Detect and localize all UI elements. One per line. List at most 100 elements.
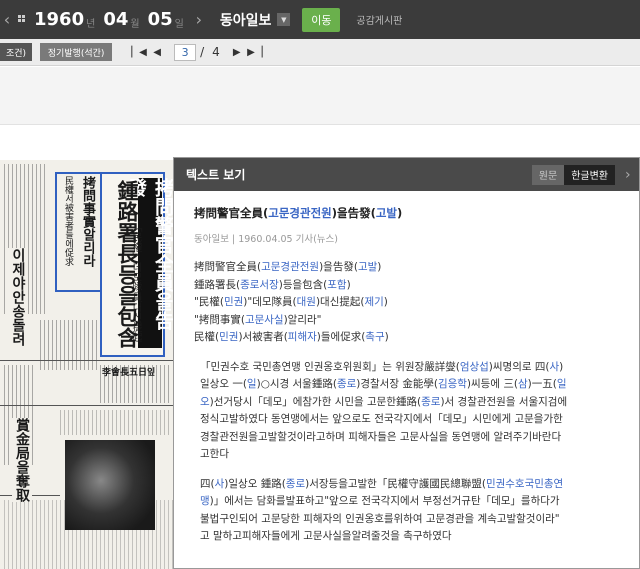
article-line: 정식고발하였다 동연맹에서는 앞으로도 전국각지에서「데모」시민에게 고문을가한 xyxy=(194,411,627,429)
month-unit: 월 xyxy=(130,19,140,30)
article-line: 불법구인되어 고문당한 피해자의 인권옹호를위하여 고문경관을 계속고발할것이라… xyxy=(194,511,627,529)
year-unit: 년 xyxy=(86,19,96,30)
next-page-icon[interactable]: ▶ xyxy=(228,47,246,58)
newspaper-name: 동아일보 xyxy=(219,12,272,29)
hangul-reading: 종로 xyxy=(421,395,441,408)
hangul-reading: 포함 xyxy=(327,278,347,291)
article-line: "拷問事實(고문사실)알리라" xyxy=(194,312,627,330)
article-paragraph-2: 四(사)일상오 鍾路(종로)서장등을고발한「民權守護國民總聯盟(민권수호국민총연… xyxy=(194,476,627,546)
day-unit: 일 xyxy=(174,19,184,30)
tab-condition[interactable]: 조건) xyxy=(0,43,33,61)
day-value[interactable]: 05 xyxy=(148,9,173,30)
hangul-reading: 민권 xyxy=(223,296,244,308)
article-text: )서장등을고발한「民權守護國民總聯盟( xyxy=(305,477,486,490)
article-paragraph-1: 「민권수호 국민총연맹 인권옹호위원회」는 위원장嚴詳燮(엄상섭)씨명의로 四(… xyxy=(194,359,627,464)
hangul-reading: 민권 xyxy=(219,331,239,343)
newspaper-dropdown-chevron-down-icon[interactable]: ▼ xyxy=(277,13,291,26)
article-text: 고 말하고피해자들에게 고문사실을알려줄것을 촉구하였다 xyxy=(200,530,452,542)
current-page-input[interactable]: 3 xyxy=(174,43,197,61)
hangul-reading: 고문경관전원 xyxy=(261,261,320,273)
mode-original-button[interactable]: 원문 xyxy=(531,164,565,185)
next-date-arrow-icon[interactable]: › xyxy=(192,10,206,29)
article-text: ) xyxy=(377,261,382,273)
title-text: ) xyxy=(397,206,403,220)
go-button[interactable]: 이동 xyxy=(302,7,341,32)
article-text: )서被害者( xyxy=(238,331,288,343)
headline-col-e: 李會長五日잎 xyxy=(102,368,156,378)
article-text: "拷問事實( xyxy=(194,313,245,326)
hangul-reading: 피해자 xyxy=(287,331,317,343)
top-nav-bar: ‹ 1960 년 04 월 05 일 › 동아일보 ▼ 이동 공감게시판 xyxy=(0,0,640,39)
article-line: 拷問警官全員(고문경관전원)을告發(고발) xyxy=(194,259,627,277)
hangul-reading: 맹 xyxy=(200,495,210,507)
page-navigator: ▏◀ ◀ 3 / 4 ▶ ▶▕ xyxy=(130,43,264,61)
mode-korean-button[interactable]: 한글변환 xyxy=(564,164,615,185)
page-separator: / xyxy=(200,45,205,59)
hangul-reading: 촉구 xyxy=(365,331,385,343)
tab-regular-edition[interactable]: 정기발행(석간) xyxy=(40,43,113,61)
calendar-grid-icon[interactable] xyxy=(18,14,28,25)
article-line: 오)선거당시「데모」에참가한 시민을 고문한鍾路(종로)서 경찰관전원을 서울지… xyxy=(194,394,627,412)
hangul-reading: 민권수호국민총연 xyxy=(485,477,564,490)
article-line: 鍾路署長(종로서장)등을包含(포함) xyxy=(194,277,627,295)
month-value[interactable]: 04 xyxy=(103,9,128,30)
text-viewer-panel: 텍스트 보기 원문 한글변환 › 拷問警官全員(고문경관전원)을告發(고발) 동… xyxy=(173,157,640,569)
article-text: )씨명의로 四( xyxy=(488,360,550,373)
hangul-reading: 고문경관전원 xyxy=(268,206,332,220)
hangul-reading: 김응학 xyxy=(437,378,467,390)
hangul-reading: 일 xyxy=(556,378,567,390)
close-chevron-icon[interactable]: › xyxy=(625,167,637,183)
article-title: 拷問警官全員(고문경관전원)을告發(고발) xyxy=(194,205,627,223)
article-text: )"데모隊員( xyxy=(243,296,297,308)
article-text: 鍾路署長( xyxy=(194,278,241,291)
text-viewer-body: 拷問警官全員(고문경관전원)을告發(고발) 동아일보 | 1960.04.05 … xyxy=(174,191,639,546)
year-value[interactable]: 1960 xyxy=(34,9,84,30)
hangul-reading: 대원 xyxy=(296,296,316,308)
article-text: )일상오 鍾路( xyxy=(224,477,286,490)
headline-col-b: 民權서被害者들에促求 xyxy=(63,176,73,266)
article-text: ) xyxy=(384,331,389,343)
article-text: 四( xyxy=(200,477,215,490)
headline-col-d: 賞金局을奪取 xyxy=(12,418,32,502)
article-text: ) xyxy=(346,278,351,291)
article-text: 고한다 xyxy=(200,448,229,460)
mode-switch: 원문 한글변환 xyxy=(531,164,615,185)
article-line: 民權(민권)서被害者(피해자)들에促求(촉구) xyxy=(194,329,627,347)
article-text: )一五( xyxy=(527,378,557,390)
article-text: )○시경 서울鍾路( xyxy=(256,378,337,390)
article-meta: 동아일보 | 1960.04.05 기사(뉴스) xyxy=(194,233,338,245)
article-text: ) xyxy=(383,296,388,308)
article-text: 일상오 一( xyxy=(200,378,247,390)
last-page-icon[interactable]: ▶▕ xyxy=(246,47,264,58)
text-viewer-header: 텍스트 보기 원문 한글변환 › xyxy=(174,158,639,191)
prev-date-arrow-icon[interactable]: ‹ xyxy=(0,10,14,29)
article-line: 「민권수호 국민총연맹 인권옹호위원회」는 위원장嚴詳燮(엄상섭)씨명의로 四(… xyxy=(194,359,627,377)
article-text: )」에서는 담화를발표하고"앞으로 전국각지에서 부정선거규탄「데모」를하다가 xyxy=(209,495,560,507)
article-text: )들에促求( xyxy=(316,331,366,343)
hangul-reading: 종로 xyxy=(285,477,306,490)
article-text: )경찰서장 金能學( xyxy=(356,378,438,390)
hangul-reading: 종로 xyxy=(336,378,357,390)
article-text: )선거당시「데모」에참가한 시민을 고문한鍾路( xyxy=(209,395,422,408)
article-line: 일상오 一(일)○시경 서울鍾路(종로)경찰서장 金能學(김응학)씨등에 三(삼… xyxy=(194,376,627,394)
article-text: 拷問警官全員( xyxy=(194,261,262,273)
prev-page-icon[interactable]: ◀ xyxy=(148,47,166,58)
article-text: ) xyxy=(559,360,564,373)
article-text: "民權( xyxy=(194,296,224,308)
article-line: 四(사)일상오 鍾路(종로)서장등을고발한「民權守護國民總聯盟(민권수호국민총연 xyxy=(194,476,627,494)
article-text: )을告發( xyxy=(319,261,358,273)
hangul-reading: 오 xyxy=(200,395,210,408)
hangul-reading: 엄상섭 xyxy=(459,360,489,373)
sympathy-board-link[interactable]: 공감게시판 xyxy=(356,12,402,27)
article-text: 民權( xyxy=(194,331,220,343)
first-page-icon[interactable]: ▏◀ xyxy=(130,47,148,58)
article-text: )씨등에 三( xyxy=(466,378,518,390)
hangul-reading: 고문사실 xyxy=(244,313,284,326)
newspaper-scan-image[interactable]: 拷問警官全員을告發 鍾路署長등을包含 「民權」데모隊員대신提起 拷問事實알리라 … xyxy=(0,160,175,569)
article-line: 경찰관전원을고발할것이라고하며 피해자들은 고문사실을 동연맹에 알려주기바란다 xyxy=(194,429,627,447)
article-text: )알리라" xyxy=(283,313,322,326)
viewer-spacer-band xyxy=(0,67,640,125)
article-text: 정식고발하였다 동연맹에서는 앞으로도 전국각지에서「데모」시민에게 고문을가한 xyxy=(200,413,563,425)
hangul-reading: 고발 xyxy=(375,206,398,220)
hangul-reading: 일 xyxy=(246,378,257,390)
